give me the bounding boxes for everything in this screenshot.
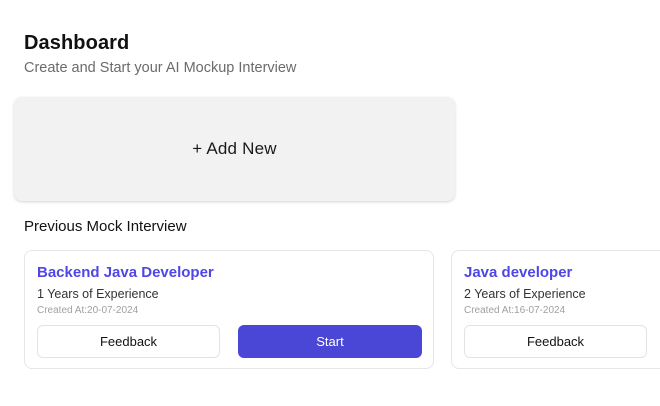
interview-experience: 1 Years of Experience xyxy=(37,287,159,301)
feedback-button[interactable]: Feedback xyxy=(464,325,647,358)
interview-card: Backend Java Developer 1 Years of Experi… xyxy=(24,250,434,369)
add-new-label: + Add New xyxy=(192,139,277,158)
interview-experience: 2 Years of Experience xyxy=(464,287,586,301)
interview-job-role: Backend Java Developer xyxy=(37,264,214,281)
add-new-interview-button[interactable]: + Add New xyxy=(14,97,455,201)
start-button[interactable]: Start xyxy=(238,325,422,358)
interview-card: Java developer 2 Years of Experience Cre… xyxy=(451,250,660,369)
page-title: Dashboard xyxy=(24,32,130,54)
feedback-button[interactable]: Feedback xyxy=(37,325,220,358)
interview-created-date: Created At:16-07-2024 xyxy=(464,305,566,316)
previous-interviews-heading: Previous Mock Interview xyxy=(24,218,187,235)
interview-created-date: Created At:20-07-2024 xyxy=(37,305,139,316)
page-subtitle: Create and Start your AI Mockup Intervie… xyxy=(24,60,297,76)
interview-job-role: Java developer xyxy=(464,264,573,281)
dashboard-page: Dashboard Create and Start your AI Mocku… xyxy=(0,0,660,406)
